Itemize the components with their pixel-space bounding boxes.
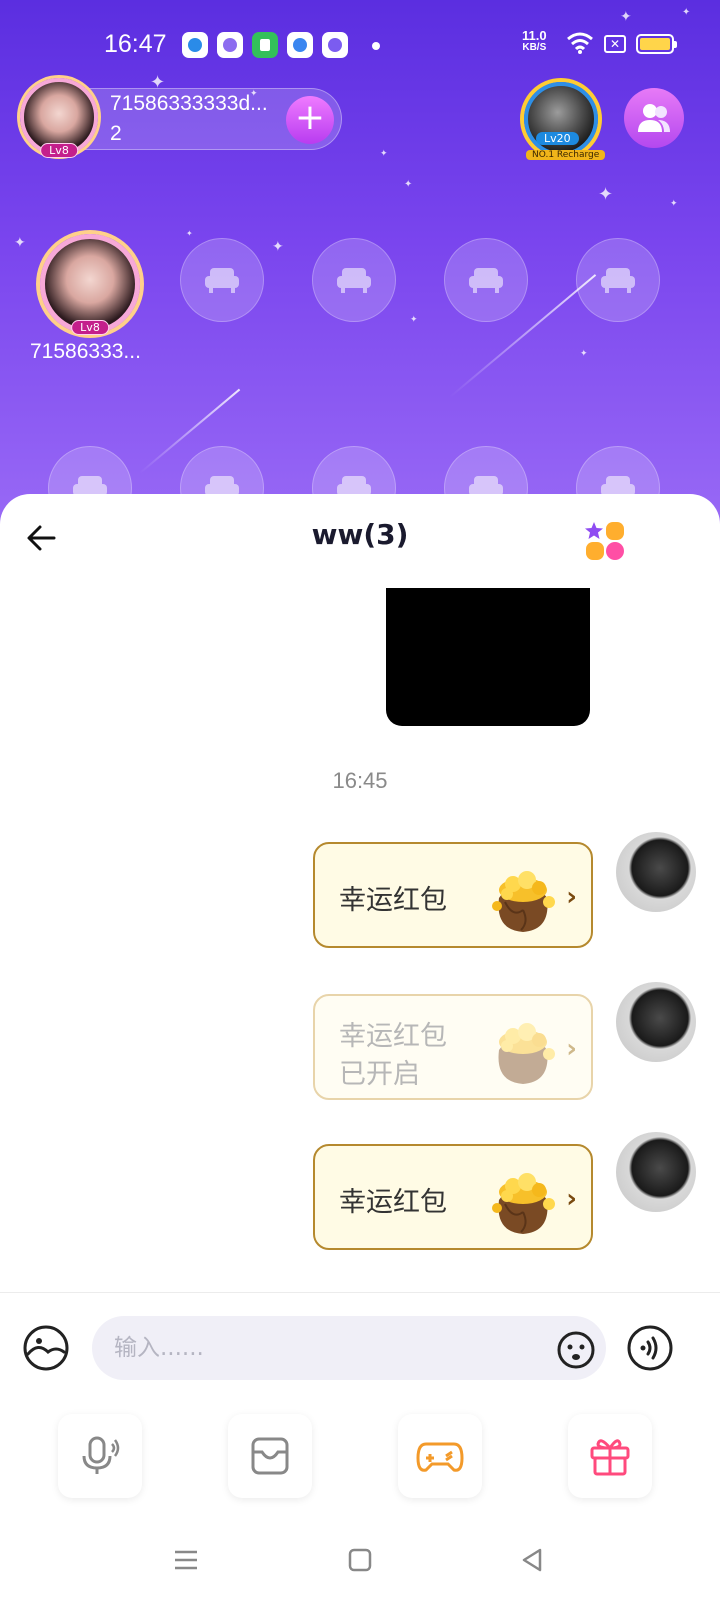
sparkle-icon: ✦ xyxy=(670,199,678,209)
back-nav-icon[interactable] xyxy=(518,1546,546,1574)
sim-icon: ✕ xyxy=(604,35,626,53)
home-icon[interactable] xyxy=(346,1546,374,1574)
seat-occupied[interactable]: Lv8 xyxy=(40,234,140,335)
net-speed-value: 11.0 xyxy=(522,28,547,43)
notification-icons xyxy=(182,32,348,58)
seat-level-badge: Lv8 xyxy=(71,320,109,335)
message-timestamp: 16:45 xyxy=(332,768,388,793)
emoji-icon[interactable] xyxy=(556,1330,596,1370)
sparkle-icon: ✦ xyxy=(580,349,588,359)
empty-seat[interactable] xyxy=(312,238,396,322)
sparkle-icon: ✦ xyxy=(404,179,413,190)
album-icon xyxy=(251,1437,289,1475)
game-button[interactable] xyxy=(398,1414,482,1498)
sparkle-icon: ✦ xyxy=(682,7,691,18)
seat-user-name: 71586333... xyxy=(30,340,141,363)
app-icon-5 xyxy=(322,32,348,58)
members-button[interactable] xyxy=(624,88,684,148)
status-bar: 16:47 11.0 KB/S ✕ xyxy=(0,24,720,64)
red-packet-title: 幸运红包 xyxy=(339,885,447,916)
sparkle-icon: ✦ xyxy=(272,239,284,255)
red-packet-title: 幸运红包 xyxy=(339,1021,447,1052)
users-icon xyxy=(638,104,670,132)
empty-seat[interactable] xyxy=(576,238,660,322)
top-contributor-level: Lv20 xyxy=(536,132,579,145)
follow-button[interactable]: + xyxy=(286,96,334,144)
host-name: 71586333333d... xyxy=(110,92,268,115)
red-packet-message[interactable]: 幸运红包 已开启 › xyxy=(313,994,593,1100)
message-input[interactable] xyxy=(92,1316,606,1380)
sender-avatar[interactable] xyxy=(616,1132,696,1212)
more-notifications-dot xyxy=(372,42,380,50)
recent-apps-icon[interactable] xyxy=(172,1546,200,1574)
sparkle-icon: ✦ xyxy=(14,235,26,251)
gift-button[interactable] xyxy=(568,1414,652,1498)
sofa-icon xyxy=(337,268,371,293)
voice-input-icon[interactable] xyxy=(626,1324,674,1372)
sparkle-icon: ✦ xyxy=(598,184,614,205)
divider xyxy=(0,1292,720,1293)
status-time: 16:47 xyxy=(104,30,167,58)
sofa-icon xyxy=(601,268,635,293)
image-picker-icon[interactable] xyxy=(22,1324,70,1372)
app-icon-4 xyxy=(287,32,313,58)
sparkle-icon: ✦ xyxy=(620,9,632,25)
sofa-icon xyxy=(469,268,503,293)
net-speed: 11.0 KB/S xyxy=(522,28,547,54)
gold-bag-icon xyxy=(492,871,555,932)
apps-grid-icon[interactable] xyxy=(584,520,626,562)
chevron-right-icon: › xyxy=(566,1184,577,1214)
gold-bag-icon xyxy=(492,1173,555,1234)
sender-avatar[interactable] xyxy=(616,982,696,1062)
album-button[interactable] xyxy=(228,1414,312,1498)
red-packet-message[interactable]: 幸运红包 › xyxy=(313,1144,593,1250)
sparkle-icon: ✦ xyxy=(410,315,418,325)
app-icon-1 xyxy=(182,32,208,58)
system-nav-bar xyxy=(0,1528,720,1600)
battery-icon xyxy=(636,34,677,54)
chevron-right-icon: › xyxy=(566,882,577,912)
mic-button[interactable] xyxy=(58,1414,142,1498)
wifi-icon xyxy=(567,32,593,54)
top-contributor-tag: NO.1 Recharge xyxy=(526,150,606,160)
gift-icon xyxy=(590,1439,630,1476)
host-avatar[interactable]: Lv8 xyxy=(20,78,98,158)
sender-avatar[interactable] xyxy=(616,832,696,912)
red-packet-message[interactable]: 幸运红包 › xyxy=(313,842,593,948)
net-speed-unit: KB/S xyxy=(522,42,547,53)
empty-seat[interactable] xyxy=(180,238,264,322)
game-controller-icon xyxy=(416,1442,464,1472)
host-count: 2 xyxy=(110,122,122,145)
app-icon-2 xyxy=(217,32,243,58)
chevron-right-icon: › xyxy=(566,1034,577,1064)
app-icon-3 xyxy=(252,32,278,58)
voice-room-area: ✦ ✦ ✦ ✦ ✦ ✦ ✦ ✦ ✦ ✦ ✦ ✦ ✦ 16:47 11.0 KB/… xyxy=(0,0,720,540)
red-packet-status: 已开启 xyxy=(339,1059,420,1090)
gold-bag-icon xyxy=(498,1023,555,1084)
media-message[interactable] xyxy=(386,588,590,726)
sofa-icon xyxy=(205,268,239,293)
sparkle-icon: ✦ xyxy=(186,229,193,238)
red-packet-title: 幸运红包 xyxy=(339,1187,447,1218)
sparkle-icon: ✦ xyxy=(380,149,388,159)
host-level-badge: Lv8 xyxy=(40,143,78,158)
empty-seat[interactable] xyxy=(444,238,528,322)
mic-icon xyxy=(82,1436,120,1474)
